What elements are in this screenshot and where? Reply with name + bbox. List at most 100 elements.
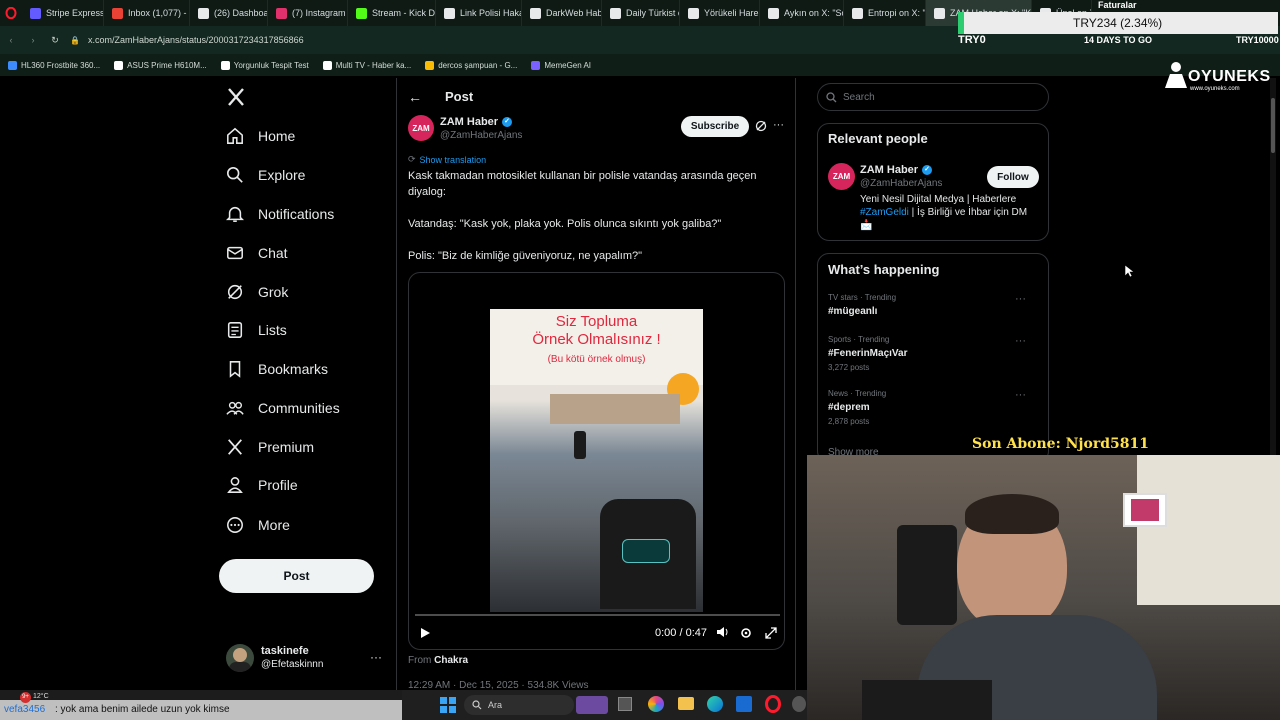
tab-favicon-icon — [198, 7, 209, 19]
nav-item-label: Lists — [258, 322, 287, 338]
relevant-avatar[interactable]: ZAM — [828, 163, 855, 190]
settings-icon[interactable] — [740, 626, 752, 644]
back-arrow-icon[interactable]: ← — [408, 89, 422, 105]
relevant-bio: Yeni Nesil Dijital Medya | Haberlere #Za… — [860, 194, 1028, 231]
browser-tab[interactable]: Stripe Express — [22, 0, 104, 26]
taskbar-store-icon[interactable] — [736, 696, 752, 712]
post-compose-button[interactable]: Post — [219, 559, 374, 593]
tab-favicon-icon — [30, 7, 41, 19]
trend-more-icon[interactable]: ··· — [1015, 389, 1026, 401]
browser-tab[interactable]: (26) Dashboard / — [190, 0, 268, 26]
relevant-people-title: Relevant people — [828, 131, 928, 146]
show-translation-link[interactable]: ⟳ Show translation — [408, 154, 486, 165]
fullscreen-icon[interactable] — [765, 626, 777, 644]
chat-message: : yok ama benim ailede uzun yok kimse — [55, 704, 230, 715]
volume-icon[interactable] — [716, 626, 729, 641]
taskbar-explorer-icon[interactable] — [678, 697, 694, 710]
reload-icon[interactable]: ↻ — [44, 35, 66, 46]
nav-item-more[interactable]: More — [226, 516, 290, 534]
taskbar-steam-icon[interactable] — [792, 696, 806, 712]
trend-item[interactable]: News · Trending #deprem 2,878 posts ··· — [828, 389, 1038, 426]
browser-tab[interactable]: (7) Instagram — [268, 0, 348, 26]
bookmark-item[interactable]: Multi TV - Haber ka... — [322, 60, 411, 70]
bookmark-label: ASUS Prime H610M... — [127, 60, 207, 70]
bookmark-item[interactable]: MemeGen AI — [531, 60, 591, 70]
browser-tab[interactable]: Yörükeli Hareketi — [680, 0, 760, 26]
nav-item-lists[interactable]: Lists — [226, 321, 287, 339]
video-player[interactable]: Siz Topluma Örnek Olmalısınız ! (Bu kötü… — [408, 272, 785, 650]
bookmark-item[interactable]: HL360 Frostbite 360... — [8, 60, 100, 70]
post-text-line2: Vatandaş: "Kask yok, plaka yok. Polis ol… — [408, 218, 722, 230]
forward-icon[interactable]: › — [22, 35, 44, 45]
taskbar-search-icon — [472, 700, 482, 710]
taskbar-widget-icon[interactable] — [576, 696, 608, 714]
author-name-row[interactable]: ZAM Haber ✓ — [440, 116, 513, 128]
nav-item-profile[interactable]: Profile — [226, 476, 298, 494]
nav-item-notifications[interactable]: Notifications — [226, 205, 334, 223]
browser-tab[interactable]: Aykın on X: "Sokal — [760, 0, 844, 26]
trend-item[interactable]: Sports · Trending #FenerinMaçıVar 3,272 po… — [828, 335, 1038, 372]
account-name: taskinefe — [261, 645, 309, 657]
trend-more-icon[interactable]: ··· — [1015, 335, 1026, 347]
taskbar-search[interactable]: Ara — [464, 695, 574, 715]
taskbar-opera-icon[interactable] — [765, 695, 781, 713]
browser-tab[interactable]: Daily Türkist on X — [602, 0, 680, 26]
taskbar-taskview-icon[interactable] — [618, 697, 632, 711]
bookmark-item[interactable]: dercos şampuan - G... — [425, 60, 517, 70]
bio-hashtag-link[interactable]: #ZamGeldi — [860, 207, 909, 218]
author-name[interactable]: ZAM Haber — [440, 116, 498, 128]
bookmark-favicon-icon — [114, 60, 124, 70]
trend-context: Sports · Trending — [828, 335, 890, 344]
nav-item-label: Communities — [258, 400, 340, 416]
nav-item-home[interactable]: Home — [226, 127, 295, 145]
from-source-link[interactable]: Chakra — [434, 655, 468, 666]
browser-tab[interactable]: Link Polisi Hakat — [436, 0, 522, 26]
post-text-line1: Kask takmadan motosiklet kullanan bir po… — [408, 170, 757, 198]
nav-item-explore[interactable]: Explore — [226, 166, 305, 184]
play-icon[interactable] — [419, 626, 431, 644]
nav-item-premium[interactable]: Premium — [226, 438, 314, 456]
nav-item-grok[interactable]: Grok — [226, 283, 288, 301]
relevant-name-row[interactable]: ZAM Haber ✓ — [860, 164, 933, 176]
relevant-handle[interactable]: @ZamHaberAjans — [860, 178, 942, 189]
bell-icon — [226, 207, 244, 222]
trend-more-icon[interactable]: ··· — [1015, 293, 1026, 305]
webcam-desk — [862, 680, 992, 720]
nav-item-bookmarks[interactable]: Bookmarks — [226, 360, 328, 378]
search-input[interactable]: Search — [817, 83, 1049, 111]
windows-start-icon[interactable] — [440, 697, 456, 718]
avatar[interactable] — [226, 644, 254, 672]
post-more-icon[interactable]: ··· — [773, 119, 784, 131]
subscribe-button[interactable]: Subscribe — [681, 116, 749, 137]
follow-button[interactable]: Follow — [987, 166, 1039, 188]
account-more-icon[interactable]: ··· — [370, 650, 382, 664]
browser-tab[interactable]: Stream - Kick Da — [348, 0, 436, 26]
bookmark-icon — [229, 361, 241, 378]
opera-logo-icon[interactable] — [0, 0, 22, 26]
lock-icon: 🔒 — [70, 35, 80, 45]
browser-tab[interactable]: DarkWeb Haber c — [522, 0, 602, 26]
nav-item-label: Premium — [258, 439, 315, 455]
video-progress-track[interactable] — [415, 614, 780, 616]
nav-item-chat[interactable]: Chat — [226, 244, 288, 262]
bookmark-item[interactable]: Yorgunluk Tespit Test — [220, 60, 309, 70]
relevant-name[interactable]: ZAM Haber — [860, 164, 918, 176]
trend-item[interactable]: TV stars · Trending #mügeanlı ··· — [828, 293, 1038, 321]
bookmark-favicon-icon — [220, 60, 230, 70]
browser-tab[interactable]: Entropi on X: "Ma — [844, 0, 926, 26]
x-logo-icon[interactable] — [226, 87, 246, 112]
grok-icon[interactable] — [755, 120, 767, 135]
taskbar-copilot-icon[interactable] — [648, 696, 664, 712]
scrollbar-thumb[interactable] — [1271, 98, 1275, 153]
bookmark-item[interactable]: ASUS Prime H610M... — [114, 60, 207, 70]
tab-label: Aykın on X: "Sokal — [784, 8, 843, 18]
browser-tab[interactable]: Inbox (1,077) - kc — [104, 0, 190, 26]
author-handle[interactable]: @ZamHaberAjans — [440, 130, 522, 141]
url-field[interactable]: x.com/ZamHaberAjans/status/2000317234317… — [88, 35, 304, 45]
ticker-value: TRY234 (2.34%) — [1073, 16, 1163, 30]
nav-item-communities[interactable]: Communities — [226, 399, 340, 417]
taskbar-edge-icon[interactable] — [707, 696, 723, 712]
author-avatar[interactable]: ZAM — [408, 115, 434, 141]
back-icon[interactable]: ‹ — [0, 35, 22, 45]
tab-favicon-icon — [852, 7, 863, 19]
